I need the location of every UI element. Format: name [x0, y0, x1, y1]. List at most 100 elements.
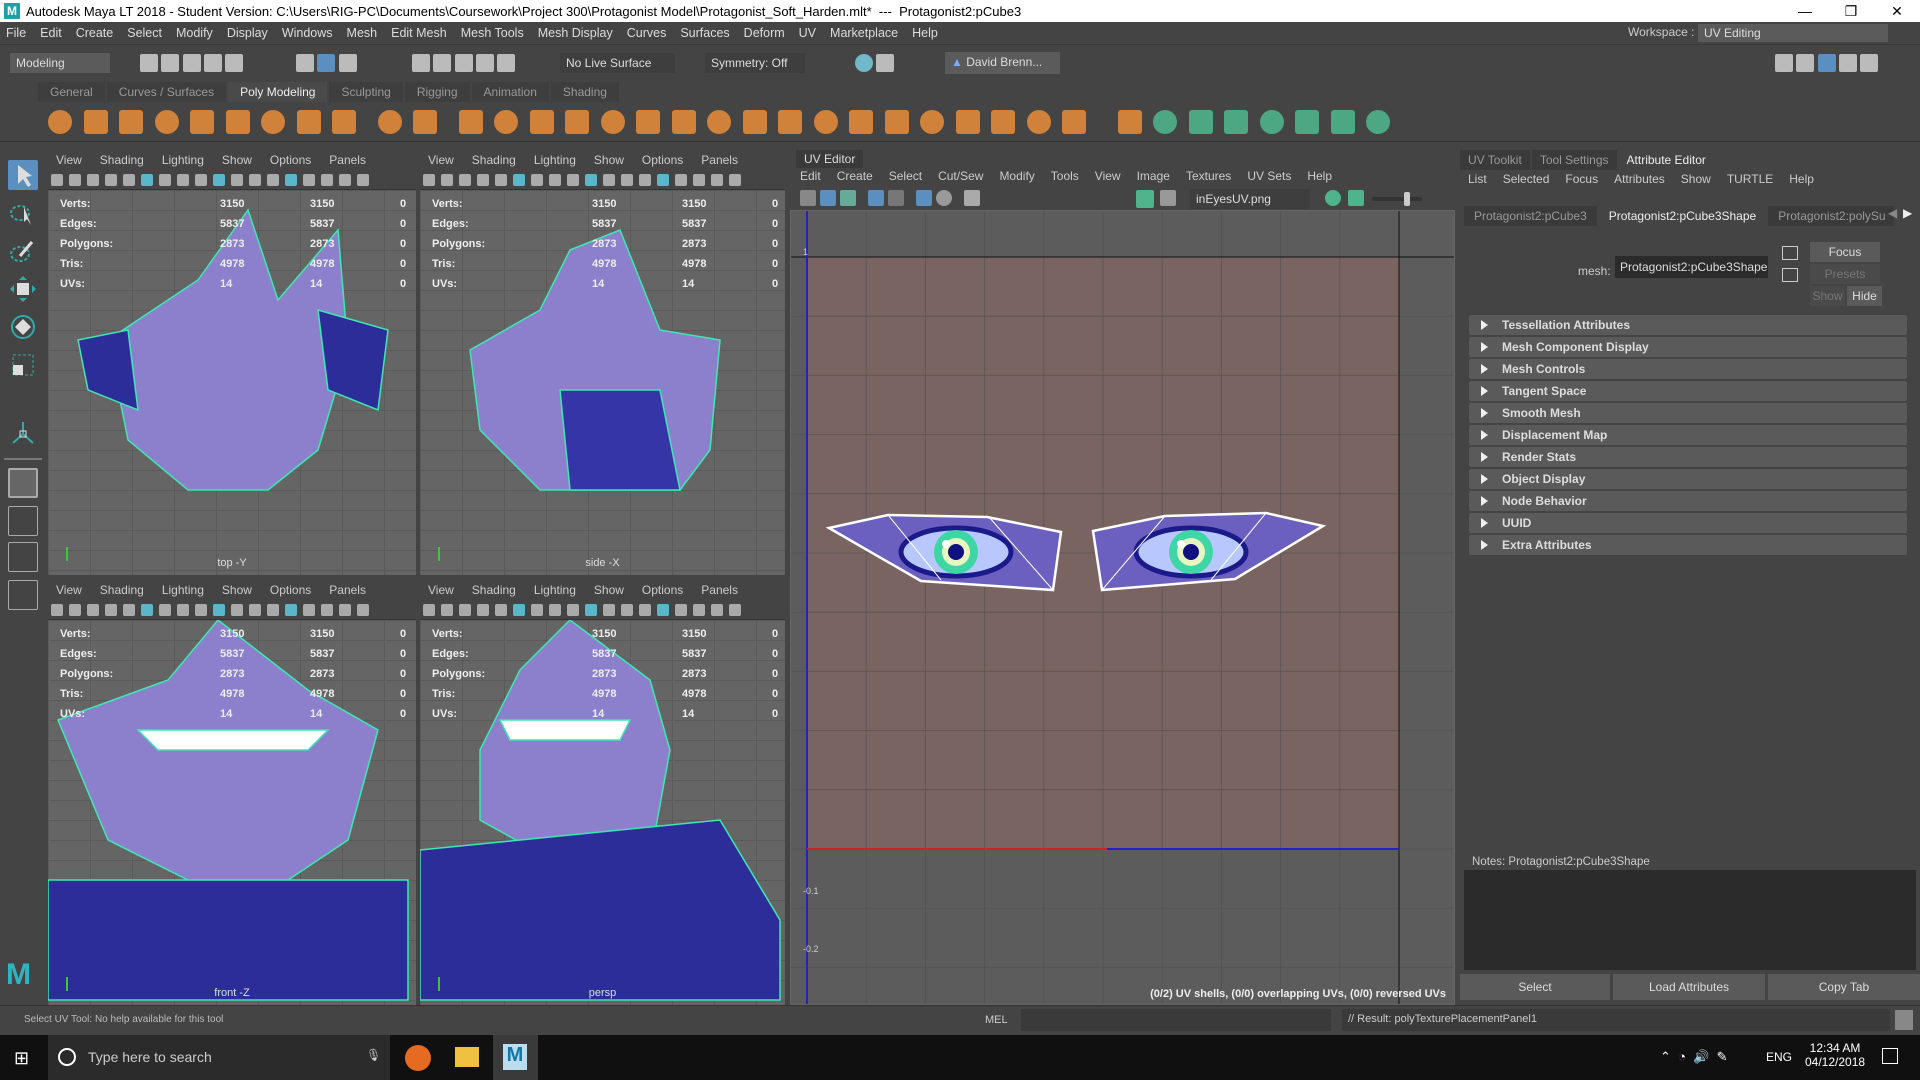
viewport-menu-view[interactable]: View [428, 583, 454, 597]
viewport-tool-icon[interactable] [423, 174, 435, 186]
extrude-shelf-icon[interactable] [671, 110, 696, 134]
cube-shelf-icon[interactable] [83, 110, 108, 134]
tab-scroll-left-icon[interactable]: ◀ [1888, 206, 1897, 220]
knife-shelf-icon[interactable] [1062, 110, 1086, 134]
menu-surfaces[interactable]: Surfaces [680, 26, 729, 40]
extract-shelf-icon[interactable] [494, 110, 518, 134]
snap-grid-icon[interactable] [412, 54, 430, 72]
viewport-tool-icon[interactable] [657, 174, 669, 186]
tray-icons[interactable]: ⌃ ◔ 🔊 ✎ [1660, 1049, 1728, 1065]
lasso-tool-icon[interactable] [8, 198, 38, 228]
plane-shelf-icon[interactable] [225, 110, 250, 134]
viewport-tool-icon[interactable] [459, 174, 471, 186]
separate-shelf-icon[interactable] [413, 110, 437, 134]
viewport-tool-icon[interactable] [729, 604, 741, 616]
uv-menu-uv-sets[interactable]: UV Sets [1247, 169, 1291, 183]
live-surface-field[interactable]: No Live Surface [560, 53, 675, 73]
combine-shelf-icon[interactable] [377, 110, 402, 134]
viewport-persp[interactable]: View Shading Lighting Show Options Panels Vert… [420, 580, 785, 1005]
menu-mesh-display[interactable]: Mesh Display [538, 26, 613, 40]
viewport-tool-icon[interactable] [531, 174, 543, 186]
viewport-menu-view[interactable]: View [428, 153, 454, 167]
uv-editor-tab[interactable]: UV Editor [796, 150, 864, 168]
mode-dropdown[interactable]: Modeling [10, 53, 110, 73]
uv-distortion-icon[interactable] [888, 190, 904, 206]
unfold-shelf-icon[interactable] [1330, 110, 1355, 134]
node-tab[interactable]: Protagonist2:pCube3 [1464, 206, 1597, 226]
channel-box-icon[interactable] [1860, 54, 1879, 72]
script-editor-icon[interactable] [1895, 1010, 1913, 1030]
viewport-menu-view[interactable]: View [56, 153, 82, 167]
move-tool-icon[interactable] [8, 274, 38, 304]
viewport-tool-icon[interactable] [495, 174, 507, 186]
language-indicator[interactable]: ENG [1766, 1050, 1792, 1064]
viewport-tool-icon[interactable] [267, 174, 279, 186]
workspace-dropdown[interactable]: UV Editing [1698, 24, 1888, 42]
viewport-tool-icon[interactable] [177, 174, 189, 186]
tab-tool-settings[interactable]: Tool Settings [1531, 150, 1617, 170]
menu-windows[interactable]: Windows [282, 26, 333, 40]
viewport-tool-icon[interactable] [621, 604, 633, 616]
viewport-tool-icon[interactable] [339, 174, 351, 186]
viewport-tool-icon[interactable] [477, 174, 489, 186]
viewport-menu-shading[interactable]: Shading [100, 153, 144, 167]
section-mesh-component-display[interactable]: Mesh Component Display [1469, 337, 1907, 357]
target-weld-shelf-icon[interactable] [920, 110, 944, 134]
viewport-tool-icon[interactable] [603, 174, 615, 186]
symmetry-dropdown[interactable]: Symmetry: Off [705, 53, 805, 73]
viewport-menu-lighting[interactable]: Lighting [534, 583, 576, 597]
menu-edit[interactable]: Edit [40, 26, 62, 40]
section-smooth-mesh[interactable]: Smooth Mesh [1469, 403, 1907, 423]
shelf-tab-poly-modeling[interactable]: Poly Modeling [228, 82, 328, 102]
viewport-menu-lighting[interactable]: Lighting [162, 153, 204, 167]
minimize-button[interactable]: — [1782, 0, 1828, 22]
section-mesh-controls[interactable]: Mesh Controls [1469, 359, 1907, 379]
uv-menu-create[interactable]: Create [837, 169, 873, 183]
attr-menu-attributes[interactable]: Attributes [1614, 172, 1665, 186]
viewport-tool-icon[interactable] [693, 174, 705, 186]
bevel-shelf-icon[interactable] [600, 110, 625, 134]
bridge-shelf-icon[interactable] [636, 110, 660, 134]
offset-edge-loop-shelf-icon[interactable] [1026, 110, 1051, 134]
maya-taskbar-button[interactable]: M [493, 1035, 538, 1080]
taskbar-search[interactable]: Type here to search 🎙 [48, 1035, 390, 1080]
cylindrical-map-shelf-icon[interactable] [1153, 110, 1177, 134]
uv-menu-tools[interactable]: Tools [1051, 169, 1079, 183]
cone-shelf-icon[interactable] [154, 110, 179, 134]
uv-grid-icon[interactable] [800, 190, 816, 206]
file-explorer-icon[interactable] [455, 1047, 479, 1067]
viewport-tool-icon[interactable] [51, 174, 63, 186]
viewport-top-y[interactable]: View Shading Lighting Show Options Panels Vert… [48, 150, 416, 575]
viewport-tool-icon[interactable] [549, 604, 561, 616]
node-tab[interactable]: Protagonist2:pCube3Shape [1598, 206, 1767, 226]
shelf-tab-shading[interactable]: Shading [550, 82, 619, 102]
load-output-icon[interactable] [1782, 268, 1798, 282]
viewport-menu-show[interactable]: Show [222, 153, 252, 167]
viewport-tool-icon[interactable] [711, 174, 723, 186]
checker-map-icon[interactable] [1160, 190, 1176, 206]
image-dropdown[interactable]: inEyesUV.png [1190, 189, 1310, 209]
viewport-tool-icon[interactable] [195, 604, 207, 616]
new-scene-icon[interactable] [140, 54, 158, 72]
uv-menu-modify[interactable]: Modify [999, 169, 1034, 183]
viewport-tool-icon[interactable] [357, 174, 369, 186]
mirror-shelf-icon[interactable] [565, 110, 589, 134]
shelf-tab-animation[interactable]: Animation [471, 82, 549, 102]
tab-attribute-editor[interactable]: Attribute Editor [1618, 150, 1714, 170]
viewport-tool-icon[interactable] [249, 174, 261, 186]
spherical-map-shelf-icon[interactable] [1188, 110, 1213, 134]
uv-menu-select[interactable]: Select [889, 169, 922, 183]
viewport-menu-view[interactable]: View [56, 583, 82, 597]
four-view-layout-icon[interactable] [8, 506, 38, 536]
menu-deform[interactable]: Deform [744, 26, 785, 40]
user-account-dropdown[interactable]: ▲ David Brenn... [945, 52, 1060, 74]
attr-menu-list[interactable]: List [1468, 172, 1487, 186]
viewport-tool-icon[interactable] [87, 174, 99, 186]
modeling-toolkit-icon[interactable] [1775, 54, 1793, 72]
insert-edge-loop-shelf-icon[interactable] [991, 110, 1015, 134]
section-tessellation-attributes[interactable]: Tessellation Attributes [1469, 315, 1907, 335]
rgb-channels-icon[interactable] [1325, 190, 1341, 206]
uv-menu-image[interactable]: Image [1137, 169, 1170, 183]
uv-menu-edit[interactable]: Edit [800, 169, 821, 183]
menu-file[interactable]: File [6, 26, 26, 40]
